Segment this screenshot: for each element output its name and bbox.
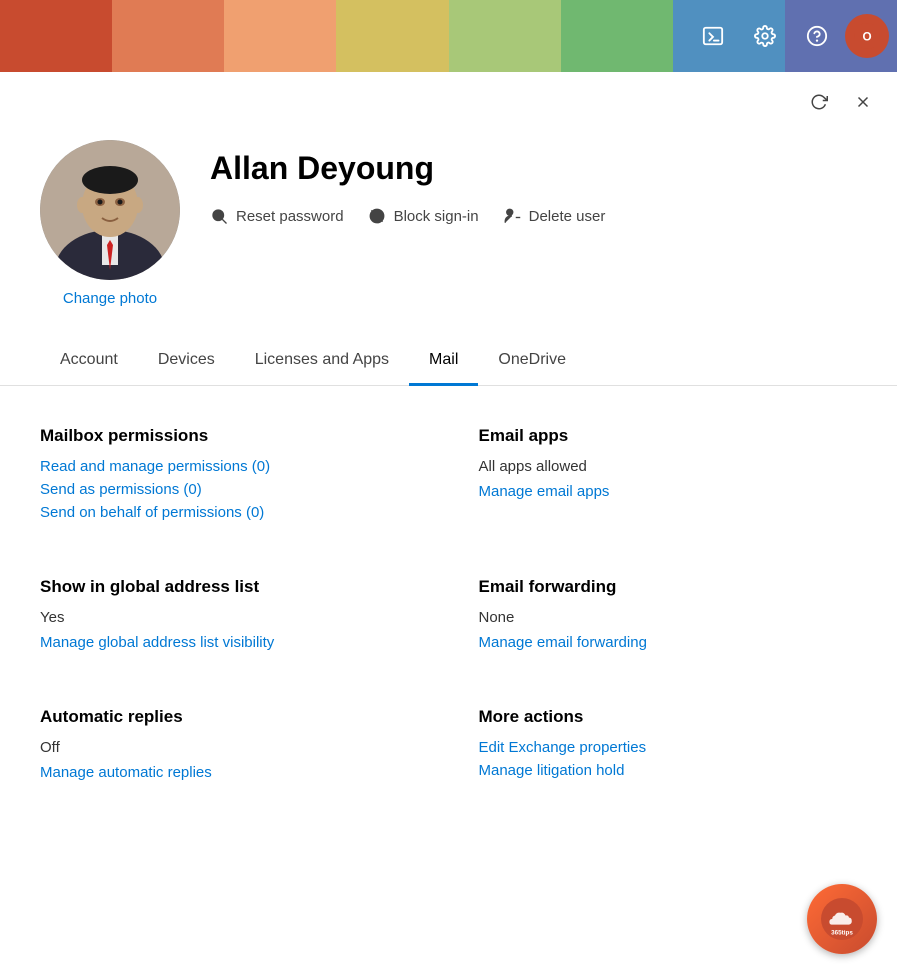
delete-user-button[interactable]: Delete user bbox=[503, 207, 606, 225]
edit-exchange-properties-link[interactable]: Edit Exchange properties bbox=[479, 739, 647, 756]
svg-text:365tips: 365tips bbox=[831, 929, 853, 936]
global-address-section: Show in global address list Yes Manage g… bbox=[40, 577, 419, 657]
send-on-behalf-permissions-link[interactable]: Send on behalf of permissions (0) bbox=[40, 504, 264, 521]
mailbox-permissions-title: Mailbox permissions bbox=[40, 426, 419, 446]
refresh-icon bbox=[810, 93, 828, 111]
help-icon bbox=[806, 25, 828, 47]
help-button[interactable] bbox=[793, 12, 841, 60]
profile-actions: Reset password Block sign-in Delete bbox=[210, 207, 857, 225]
profile-section: Change photo Allan Deyoung Reset passwor… bbox=[0, 120, 897, 337]
read-manage-permissions-link[interactable]: Read and manage permissions (0) bbox=[40, 458, 270, 475]
tab-devices[interactable]: Devices bbox=[138, 337, 235, 386]
avatar-container: Change photo bbox=[40, 140, 180, 307]
automatic-replies-value: Off bbox=[40, 739, 419, 756]
email-apps-value: All apps allowed bbox=[479, 458, 858, 475]
email-forwarding-value: None bbox=[479, 609, 858, 626]
reset-password-icon bbox=[210, 207, 228, 225]
manage-global-address-link[interactable]: Manage global address list visibility bbox=[40, 634, 274, 651]
top-bar: O bbox=[0, 0, 897, 72]
settings-icon bbox=[754, 25, 776, 47]
manage-email-forwarding-link[interactable]: Manage email forwarding bbox=[479, 634, 647, 651]
automatic-replies-title: Automatic replies bbox=[40, 707, 419, 727]
tab-licenses[interactable]: Licenses and Apps bbox=[235, 337, 409, 386]
automatic-replies-section: Automatic replies Off Manage automatic r… bbox=[40, 707, 419, 787]
email-forwarding-title: Email forwarding bbox=[479, 577, 858, 597]
user-photo bbox=[40, 140, 180, 280]
profile-name: Allan Deyoung bbox=[210, 150, 857, 187]
manage-automatic-replies-link[interactable]: Manage automatic replies bbox=[40, 764, 212, 781]
close-icon bbox=[854, 93, 872, 111]
more-actions-section: More actions Edit Exchange properties Ma… bbox=[479, 707, 858, 787]
manage-email-apps-link[interactable]: Manage email apps bbox=[479, 483, 610, 500]
send-as-permissions-link[interactable]: Send as permissions (0) bbox=[40, 481, 202, 498]
change-photo-button[interactable]: Change photo bbox=[63, 290, 157, 307]
block-signin-button[interactable]: Block sign-in bbox=[368, 207, 479, 225]
terminal-button[interactable] bbox=[689, 12, 737, 60]
tabs-container: Account Devices Licenses and Apps Mail O… bbox=[0, 337, 897, 386]
profile-info: Allan Deyoung Reset password bbox=[210, 140, 857, 225]
global-address-value: Yes bbox=[40, 609, 419, 626]
panel-controls bbox=[0, 72, 897, 120]
badge-365tips[interactable]: 365tips bbox=[807, 884, 877, 954]
main-content: Mailbox permissions Read and manage perm… bbox=[0, 386, 897, 827]
close-button[interactable] bbox=[845, 84, 881, 120]
office365-logo: O bbox=[854, 23, 880, 49]
settings-button[interactable] bbox=[741, 12, 789, 60]
delete-user-icon bbox=[503, 207, 521, 225]
email-forwarding-section: Email forwarding None Manage email forwa… bbox=[479, 577, 858, 657]
mailbox-permissions-section: Mailbox permissions Read and manage perm… bbox=[40, 426, 419, 527]
email-apps-section: Email apps All apps allowed Manage email… bbox=[479, 426, 858, 527]
avatar-image bbox=[40, 140, 180, 280]
top-icons: O bbox=[689, 12, 889, 60]
terminal-icon bbox=[702, 25, 724, 47]
more-actions-title: More actions bbox=[479, 707, 858, 727]
manage-litigation-hold-link[interactable]: Manage litigation hold bbox=[479, 762, 625, 779]
main-panel: Change photo Allan Deyoung Reset passwor… bbox=[0, 72, 897, 827]
refresh-button[interactable] bbox=[801, 84, 837, 120]
global-address-title: Show in global address list bbox=[40, 577, 419, 597]
tab-mail[interactable]: Mail bbox=[409, 337, 478, 386]
svg-text:O: O bbox=[862, 31, 871, 44]
tab-account[interactable]: Account bbox=[40, 337, 138, 386]
reset-password-button[interactable]: Reset password bbox=[210, 207, 344, 225]
badge-365tips-logo: 365tips bbox=[821, 898, 863, 940]
tab-onedrive[interactable]: OneDrive bbox=[478, 337, 586, 386]
office365-avatar[interactable]: O bbox=[845, 14, 889, 58]
block-signin-label: Block sign-in bbox=[394, 208, 479, 225]
email-apps-title: Email apps bbox=[479, 426, 858, 446]
block-signin-icon bbox=[368, 207, 386, 225]
reset-password-label: Reset password bbox=[236, 208, 344, 225]
delete-user-label: Delete user bbox=[529, 208, 606, 225]
